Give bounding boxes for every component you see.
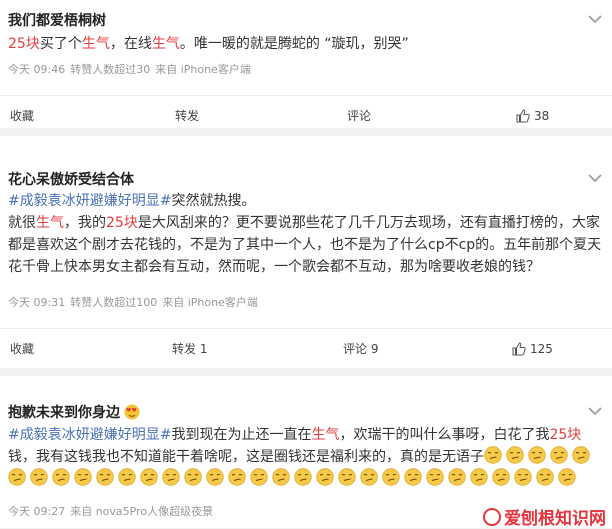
smirk-emoji [52, 468, 70, 486]
smirk-emoji [550, 446, 568, 464]
post-meta: 今天 09:31 转赞人数超过100 来自 iPhone客户端 [8, 294, 263, 310]
smirk-emoji [316, 468, 334, 486]
post-text: 25块买了个生气，在线生气。唯一暖的就是腾蛇的 “璇玑，别哭” [8, 36, 409, 52]
smirk-emoji [470, 468, 488, 486]
smirk-emoji [536, 468, 554, 486]
action-bar: 收藏 转发 评论 38 [0, 95, 612, 136]
username[interactable]: 抱歉未来到你身边 [8, 402, 140, 422]
smirk-emoji [338, 468, 356, 486]
smirk-emoji [228, 468, 246, 486]
keyword-highlight: 生气 [311, 427, 340, 443]
source: 来自 nova5Pro人像超级夜景 [70, 505, 214, 518]
price-highlight: 25块 [8, 36, 40, 52]
smirk-emoji [250, 468, 268, 486]
repost-button[interactable]: 转发 [175, 96, 199, 136]
smirk-emoji [294, 468, 312, 486]
chevron-down-icon[interactable] [588, 406, 602, 416]
comment-button[interactable]: 评论 9 [343, 329, 378, 369]
topic-link[interactable]: #成毅袁冰妍避嫌好明显# [8, 427, 171, 443]
keyword-highlight: 生气 [81, 36, 110, 52]
smirk-emoji [74, 468, 92, 486]
username[interactable]: 花心呆傲娇受结合体 [8, 169, 134, 189]
source: 来自 iPhone客户端 [155, 63, 251, 76]
smirk-emoji [514, 468, 532, 486]
price-highlight: 25块 [549, 427, 582, 443]
smirk-emoji [30, 468, 48, 486]
smirk-emoji [118, 468, 136, 486]
smirk-emoji [448, 468, 466, 486]
smirk-emoji [8, 468, 26, 486]
watermark-logo-icon [483, 508, 501, 526]
username[interactable]: 我们都爱梧桐树 [8, 10, 106, 30]
smirk-emoji [484, 446, 502, 464]
smirk-emoji [404, 468, 422, 486]
timestamp: 今天 09:31 [8, 296, 66, 309]
chevron-down-icon[interactable] [588, 173, 602, 183]
smirk-emoji [206, 468, 224, 486]
smirk-emoji [528, 446, 546, 464]
smirk-emoji [506, 446, 524, 464]
like-count: 125 [530, 342, 553, 356]
collect-button[interactable]: 收藏 [10, 329, 34, 369]
smirk-emoji [426, 468, 444, 486]
price-highlight: 25块 [106, 215, 138, 231]
smirk-emoji [272, 468, 290, 486]
topic-link[interactable]: #成毅袁冰妍避嫌好明显# [8, 193, 171, 209]
timestamp: 今天 09:27 [8, 505, 66, 518]
keyword-highlight: 生气 [36, 215, 64, 231]
comment-button[interactable]: 评论 [347, 96, 371, 136]
post-text: #成毅袁冰妍避嫌好明显#突然就热搜。 就很生气，我的25块是大风刮来的？更不要说… [8, 193, 602, 275]
thumbs-up-icon [516, 109, 530, 123]
source: 来自 iPhone客户端 [162, 296, 258, 309]
watermark: 爱刨根知识网 [483, 504, 606, 529]
action-bar: 收藏 转发 1 评论 9 125 [0, 328, 612, 369]
like-count: 38 [534, 109, 550, 123]
repost-count: 转赞人数超过100 [70, 296, 158, 309]
timestamp: 今天 09:46 [8, 63, 66, 76]
keyword-highlight: 生气 [151, 36, 180, 52]
post-card: 花心呆傲娇受结合体 #成毅袁冰妍避嫌好明显#突然就热搜。 就很生气，我的25块是… [0, 136, 612, 368]
smirk-emoji [492, 468, 510, 486]
post-meta: 今天 09:46 转赞人数超过30 来自 iPhone客户端 [8, 61, 256, 77]
smirk-emoji [162, 468, 180, 486]
smirk-emoji [140, 468, 158, 486]
heart-eyes-emoji [124, 404, 140, 420]
smirk-emoji [360, 468, 378, 486]
smirk-emoji [184, 468, 202, 486]
post-text: #成毅袁冰妍避嫌好明显#我到现在为止还一直在生气，欢瑞干的叫什么事呀，白花了我2… [8, 424, 594, 490]
post-card: 我们都爱梧桐树 25块买了个生气，在线生气。唯一暖的就是腾蛇的 “璇玑，别哭” … [0, 0, 612, 128]
post-meta: 今天 09:27 来自 nova5Pro人像超级夜景 [8, 503, 218, 519]
smirk-emoji [382, 468, 400, 486]
repost-count: 转赞人数超过30 [70, 63, 151, 76]
smirk-emoji [96, 468, 114, 486]
chevron-down-icon[interactable] [588, 14, 602, 24]
smirk-emoji [572, 446, 590, 464]
smirk-emoji [558, 468, 576, 486]
repost-button[interactable]: 转发 1 [172, 329, 207, 369]
thumbs-up-icon [512, 342, 526, 356]
collect-button[interactable]: 收藏 [10, 96, 34, 136]
